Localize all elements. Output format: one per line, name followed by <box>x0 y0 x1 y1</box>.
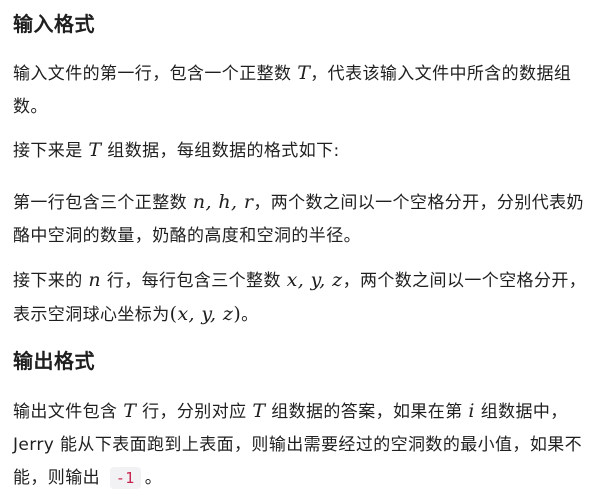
text: 组数据的答案，如果在第 <box>265 402 469 422</box>
math-coords-xyz: x, y, z <box>177 303 234 325</box>
input-paragraph-first-line: 输入文件的第一行，包含一个正整数 T，代表该输入文件中所含的数据组数。 <box>13 57 593 124</box>
math-variable-n: n <box>88 269 102 291</box>
math-variable-t: T <box>88 139 102 161</box>
math-variable-t: T <box>252 400 266 422</box>
text: 组数据，每组数据的格式如下: <box>101 141 340 161</box>
math-paren-close: ) <box>233 303 242 325</box>
text: 行，每行包含三个整数 <box>101 271 287 291</box>
math-variables-xyz: x, y, z <box>286 269 343 291</box>
math-variable-t: T <box>123 400 137 422</box>
input-paragraph-group-first-line: 第一行包含三个正整数 n, h, r，两个数之间以一个空格分开，分别代表奶酪中空… <box>13 186 593 253</box>
math-variable-t: T <box>297 62 311 84</box>
text: 接下来的 <box>13 271 89 291</box>
text: 输入文件的第一行，包含一个正整数 <box>13 64 298 84</box>
text: 第一行包含三个正整数 <box>13 193 193 213</box>
text: 行，分别对应 <box>136 402 253 422</box>
text: 输出文件包含 <box>13 402 124 422</box>
inline-code-minus-one: -1 <box>109 467 141 489</box>
text: 接下来是 <box>13 141 89 161</box>
input-paragraph-groups: 接下来是 T 组数据，每组数据的格式如下: <box>13 134 593 168</box>
output-format-heading: 输出格式 <box>13 349 95 373</box>
output-paragraph: 输出文件包含 T 行，分别对应 T 组数据的答案，如果在第 i 组数据中，Jer… <box>13 395 593 495</box>
text: 。 <box>241 305 259 325</box>
text: 。 <box>144 468 163 488</box>
input-paragraph-holes: 接下来的 n 行，每行包含三个整数 x, y, z，两个数之间以一个空格分开，表… <box>13 264 593 332</box>
math-variables-nhr: n, h, r <box>192 191 254 213</box>
input-format-heading: 输入格式 <box>13 12 95 36</box>
